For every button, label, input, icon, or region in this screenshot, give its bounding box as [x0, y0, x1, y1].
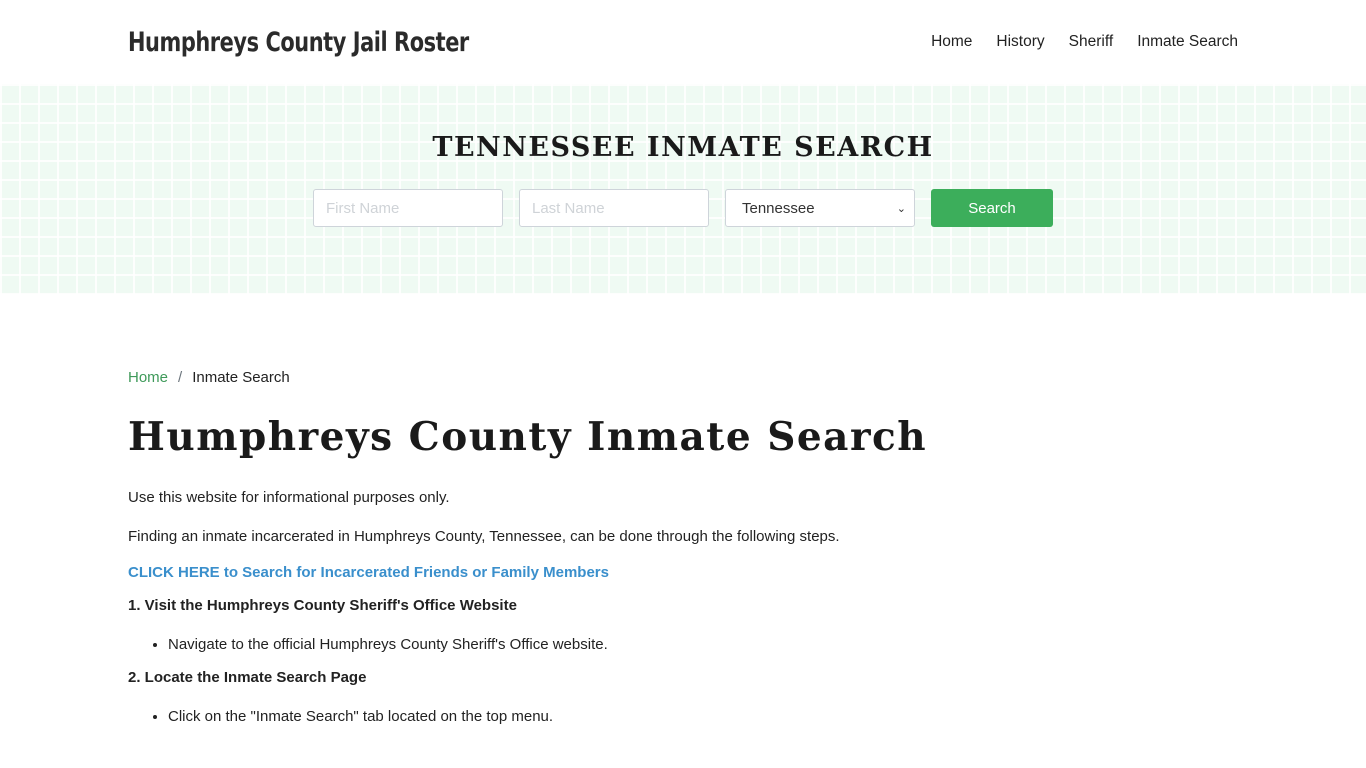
search-cta-link[interactable]: CLICK HERE to Search for Incarcerated Fr… [128, 564, 1238, 581]
nav-sheriff[interactable]: Sheriff [1069, 33, 1114, 51]
chevron-down-icon: ⌄ [896, 202, 906, 215]
state-select[interactable]: Tennessee ⌄ [725, 189, 915, 227]
inmate-search-form: Tennessee ⌄ Search [0, 189, 1366, 227]
site-header: Humphreys County Jail Roster Home Histor… [0, 0, 1366, 84]
intro-text: Use this website for informational purpo… [128, 489, 450, 506]
step-bullet: Click on the "Inmate Search" tab located… [168, 708, 1238, 725]
nav-inmate-search[interactable]: Inmate Search [1137, 33, 1238, 51]
breadcrumb: Home / Inmate Search [128, 369, 1238, 386]
step-list: Click on the "Inmate Search" tab located… [168, 708, 1238, 725]
nav-home[interactable]: Home [931, 33, 972, 51]
step-bullet: Navigate to the official Humphreys Count… [168, 636, 1238, 653]
lead-text: Finding an inmate incarcerated in Humphr… [128, 527, 840, 545]
search-hero: TENNESSEE INMATE SEARCH Tennessee ⌄ Sear… [0, 84, 1366, 294]
state-select-value: Tennessee [742, 199, 815, 217]
last-name-input[interactable] [519, 189, 709, 227]
step-title: 1. Visit the Humphreys County Sheriff's … [128, 597, 517, 614]
hero-title: TENNESSEE INMATE SEARCH [432, 132, 934, 163]
page-title: Humphreys County Inmate Search [128, 414, 928, 460]
breadcrumb-separator: / [178, 369, 183, 386]
main-content: Home / Inmate Search Humphreys County In… [0, 294, 1366, 725]
breadcrumb-current: Inmate Search [192, 369, 290, 386]
first-name-input[interactable] [313, 189, 503, 227]
site-brand[interactable]: Humphreys County Jail Roster [128, 27, 469, 58]
step-list: Navigate to the official Humphreys Count… [168, 636, 1238, 653]
breadcrumb-home[interactable]: Home [128, 369, 168, 386]
main-nav: Home History Sheriff Inmate Search [907, 33, 1238, 51]
search-button[interactable]: Search [931, 189, 1053, 227]
step-title: 2. Locate the Inmate Search Page [128, 669, 367, 686]
nav-history[interactable]: History [996, 33, 1044, 51]
